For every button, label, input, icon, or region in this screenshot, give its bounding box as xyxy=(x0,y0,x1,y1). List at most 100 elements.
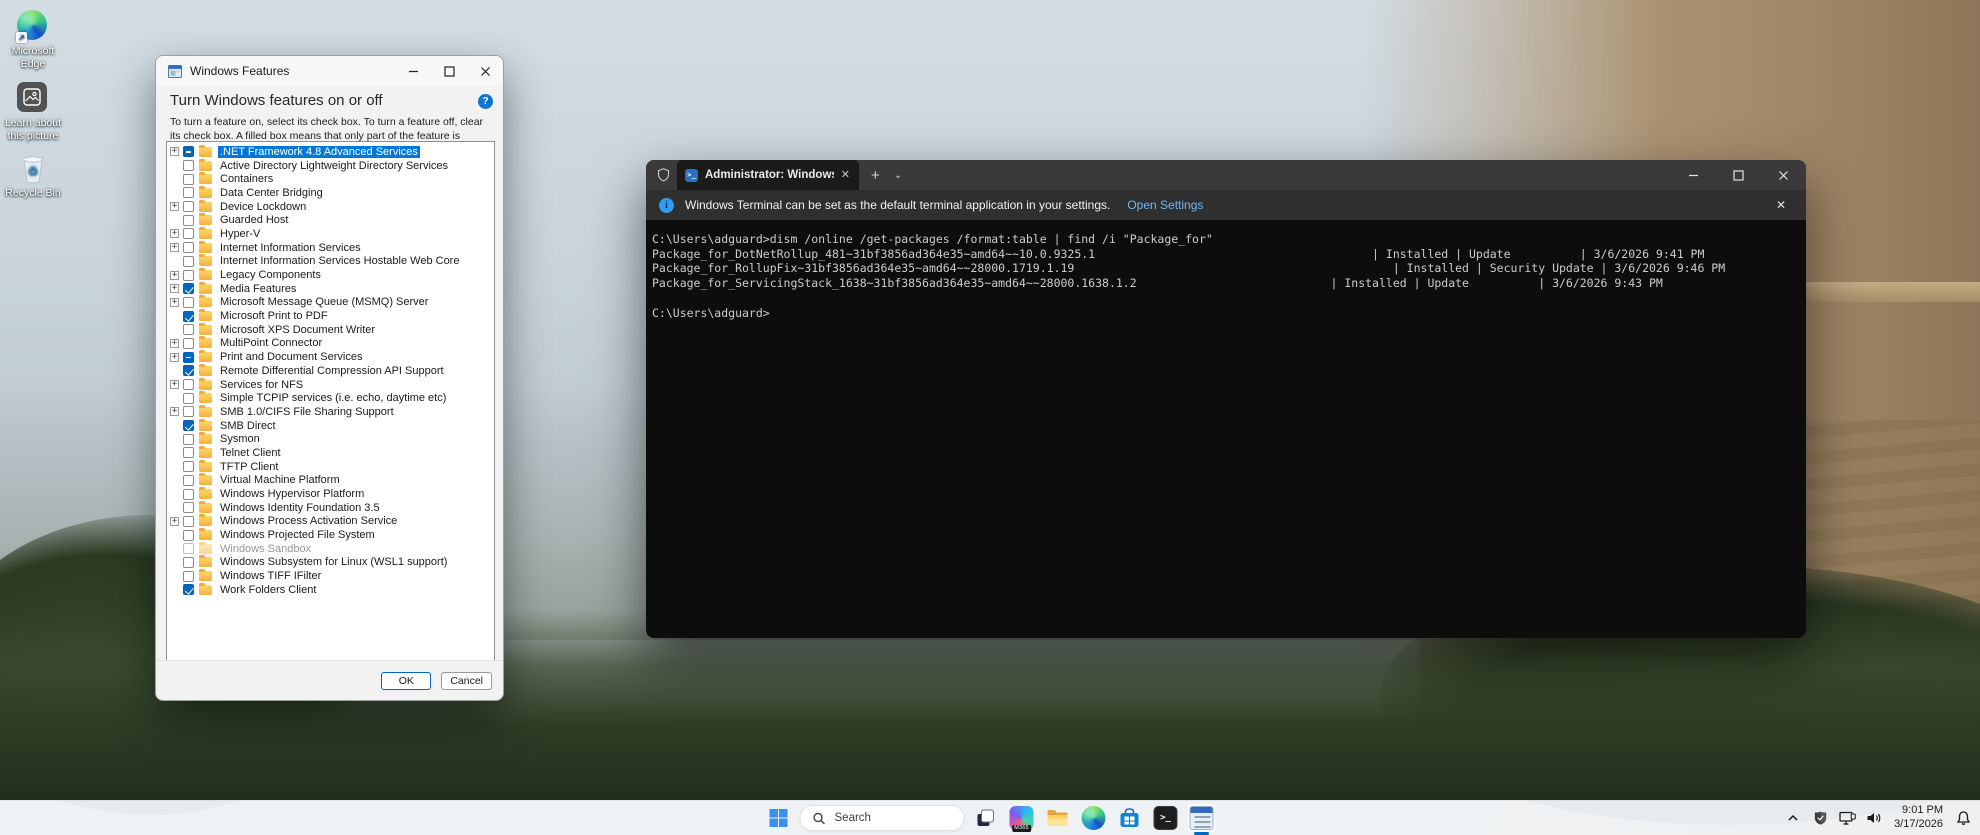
windows-features-taskbar-button[interactable] xyxy=(1187,803,1217,833)
feature-row[interactable]: Windows Projected File System xyxy=(167,528,494,542)
feature-checkbox-unchecked[interactable] xyxy=(183,338,194,349)
volume-tray-icon[interactable] xyxy=(1865,809,1883,827)
expand-toggle-icon[interactable]: + xyxy=(170,243,179,252)
expand-toggle-icon[interactable]: + xyxy=(170,339,179,348)
desktop-icon-edge[interactable]: ↗ Microsoft Edge xyxy=(4,10,62,70)
terminal-close-button[interactable] xyxy=(1761,160,1806,190)
copilot-button[interactable]: M365 xyxy=(1007,803,1037,833)
terminal-tab[interactable]: >_ Administrator: Windows Pow ✕ xyxy=(677,160,859,190)
feature-checkbox-unchecked[interactable] xyxy=(183,242,194,253)
tab-close-icon[interactable]: ✕ xyxy=(838,168,853,183)
maximize-button[interactable] xyxy=(431,56,467,86)
feature-row[interactable]: Guarded Host xyxy=(167,213,494,227)
tray-clock[interactable]: 9:01 PM 3/17/2026 xyxy=(1894,804,1943,832)
feature-row[interactable]: SMB Direct xyxy=(167,419,494,433)
feature-row[interactable]: Windows Identity Foundation 3.5 xyxy=(167,501,494,515)
feature-row[interactable]: +MultiPoint Connector xyxy=(167,337,494,351)
feature-checkbox-unchecked[interactable] xyxy=(183,571,194,582)
banner-close-icon[interactable]: ✕ xyxy=(1776,198,1786,212)
minimize-button[interactable] xyxy=(395,56,431,86)
feature-checkbox-partial[interactable] xyxy=(183,352,194,363)
ok-button[interactable]: OK xyxy=(381,672,431,690)
feature-checkbox-unchecked[interactable] xyxy=(183,502,194,513)
feature-row[interactable]: TFTP Client xyxy=(167,460,494,474)
terminal-titlebar[interactable]: >_ Administrator: Windows Pow ✕ + ⌄ xyxy=(646,160,1806,190)
feature-row[interactable]: +Internet Information Services xyxy=(167,241,494,255)
terminal-minimize-button[interactable] xyxy=(1671,160,1716,190)
feature-checkbox-unchecked[interactable] xyxy=(183,174,194,185)
terminal-maximize-button[interactable] xyxy=(1716,160,1761,190)
feature-checkbox-unchecked[interactable] xyxy=(183,160,194,171)
expand-toggle-icon[interactable]: + xyxy=(170,147,179,156)
feature-checkbox-unchecked[interactable] xyxy=(183,516,194,527)
task-view-button[interactable] xyxy=(971,803,1001,833)
feature-row[interactable]: Work Folders Client xyxy=(167,583,494,597)
feature-row[interactable]: Windows Hypervisor Platform xyxy=(167,487,494,501)
feature-checkbox-checked[interactable] xyxy=(183,283,194,294)
feature-row[interactable]: +Print and Document Services xyxy=(167,350,494,364)
feature-row[interactable]: Windows Subsystem for Linux (WSL1 suppor… xyxy=(167,556,494,570)
feature-checkbox-unchecked[interactable] xyxy=(183,379,194,390)
feature-checkbox-checked[interactable] xyxy=(183,584,194,595)
feature-row[interactable]: +Media Features xyxy=(167,282,494,296)
cancel-button[interactable]: Cancel xyxy=(441,672,492,690)
feature-row[interactable]: +Windows Process Activation Service xyxy=(167,515,494,529)
feature-row[interactable]: Containers xyxy=(167,172,494,186)
expand-toggle-icon[interactable]: + xyxy=(170,407,179,416)
feature-checkbox-unchecked[interactable] xyxy=(183,324,194,335)
feature-row[interactable]: Internet Information Services Hostable W… xyxy=(167,255,494,269)
feature-checkbox-unchecked[interactable] xyxy=(183,475,194,486)
feature-row[interactable]: +Microsoft Message Queue (MSMQ) Server xyxy=(167,296,494,310)
feature-checkbox-unchecked[interactable] xyxy=(183,270,194,281)
feature-checkbox-checked[interactable] xyxy=(183,311,194,322)
expand-toggle-icon[interactable]: + xyxy=(170,284,179,293)
expand-toggle-icon[interactable]: + xyxy=(170,298,179,307)
features-list[interactable]: +.NET Framework 4.8 Advanced ServicesAct… xyxy=(166,141,495,661)
edge-button[interactable] xyxy=(1079,803,1109,833)
feature-checkbox-unchecked[interactable] xyxy=(183,201,194,212)
dialog-titlebar[interactable]: Windows Features xyxy=(156,56,503,86)
feature-checkbox-checked[interactable] xyxy=(183,420,194,431)
desktop-icon-learn-picture[interactable]: Learn about this picture xyxy=(4,82,62,142)
store-button[interactable] xyxy=(1115,803,1145,833)
terminal-taskbar-button[interactable]: >_ xyxy=(1151,803,1181,833)
feature-row[interactable]: Windows TIFF IFilter xyxy=(167,569,494,583)
expand-toggle-icon[interactable]: + xyxy=(170,202,179,211)
feature-row[interactable]: +.NET Framework 4.8 Advanced Services xyxy=(167,145,494,159)
feature-checkbox-unchecked[interactable] xyxy=(183,228,194,239)
feature-row[interactable]: Data Center Bridging xyxy=(167,186,494,200)
desktop-icon-recycle-bin[interactable]: ♻ Recycle Bin xyxy=(4,152,62,200)
feature-row[interactable]: Telnet Client xyxy=(167,446,494,460)
feature-row[interactable]: Sysmon xyxy=(167,432,494,446)
new-tab-button[interactable]: + xyxy=(871,168,880,183)
expand-toggle-icon[interactable]: + xyxy=(170,353,179,362)
feature-checkbox-unchecked[interactable] xyxy=(183,256,194,267)
feature-row[interactable]: Virtual Machine Platform xyxy=(167,474,494,488)
feature-row[interactable]: Windows Sandbox xyxy=(167,542,494,556)
feature-checkbox-unchecked[interactable] xyxy=(183,297,194,308)
feature-checkbox-unchecked[interactable] xyxy=(183,489,194,500)
feature-row[interactable]: Microsoft Print to PDF xyxy=(167,309,494,323)
network-tray-icon[interactable] xyxy=(1838,809,1856,827)
feature-checkbox-unchecked[interactable] xyxy=(183,215,194,226)
feature-row[interactable]: Active Directory Lightweight Directory S… xyxy=(167,159,494,173)
expand-toggle-icon[interactable]: + xyxy=(170,271,179,280)
feature-checkbox-unchecked[interactable] xyxy=(183,461,194,472)
feature-checkbox-partial[interactable] xyxy=(183,146,194,157)
feature-row[interactable]: Simple TCPIP services (i.e. echo, daytim… xyxy=(167,391,494,405)
feature-checkbox-unchecked[interactable] xyxy=(183,447,194,458)
feature-checkbox-unchecked[interactable] xyxy=(183,530,194,541)
file-explorer-button[interactable] xyxy=(1043,803,1073,833)
feature-row[interactable]: Microsoft XPS Document Writer xyxy=(167,323,494,337)
close-button[interactable] xyxy=(467,56,503,86)
feature-checkbox-unchecked[interactable] xyxy=(183,406,194,417)
tab-dropdown-icon[interactable]: ⌄ xyxy=(894,170,902,181)
feature-checkbox-unchecked[interactable] xyxy=(183,557,194,568)
feature-checkbox-unchecked[interactable] xyxy=(183,543,194,554)
terminal-body[interactable]: C:\Users\adguard>dism /online /get-packa… xyxy=(646,220,1806,320)
feature-row[interactable]: +Hyper-V xyxy=(167,227,494,241)
hidden-icons-chevron-icon[interactable] xyxy=(1784,809,1802,827)
feature-row[interactable]: +Services for NFS xyxy=(167,378,494,392)
feature-row[interactable]: +Legacy Components xyxy=(167,268,494,282)
feature-row[interactable]: +SMB 1.0/CIFS File Sharing Support xyxy=(167,405,494,419)
